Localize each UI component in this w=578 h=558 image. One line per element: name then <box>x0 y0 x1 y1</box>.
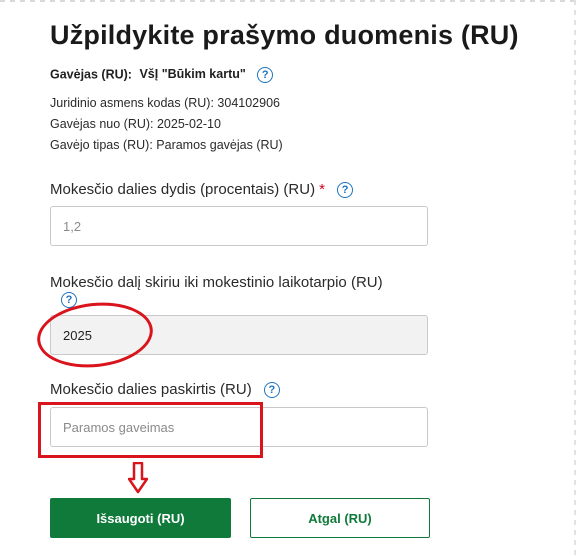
top-dashed-border <box>0 0 578 4</box>
help-icon[interactable]: ? <box>263 382 280 399</box>
right-dashed-border <box>574 0 576 558</box>
recipient-type: Gavėjo tipas (RU): Paramos gavėjas (RU) <box>50 138 283 152</box>
save-button[interactable]: Išsaugoti (RU) <box>50 498 231 538</box>
recipient-name: VšĮ "Būkim kartu" <box>139 67 246 82</box>
back-button[interactable]: Atgal (RU) <box>250 498 430 538</box>
purpose-input[interactable] <box>50 407 428 447</box>
company-code: Juridinio asmens kodas (RU): 304102906 <box>50 96 280 110</box>
help-icon[interactable]: ? <box>337 182 354 199</box>
period-input[interactable] <box>50 315 428 355</box>
percent-label-text: Mokesčio dalies dydis (procentais) (RU) <box>50 181 316 198</box>
help-icon[interactable]: ? <box>257 67 274 83</box>
required-mark: * <box>319 181 325 198</box>
help-icon[interactable]: ? <box>61 292 77 308</box>
recipient-line: Gavėjas (RU): VšĮ "Būkim kartu" ? <box>50 67 274 83</box>
purpose-label: Mokesčio dalies paskirtis (RU) ? <box>50 381 280 399</box>
purpose-label-text: Mokesčio dalies paskirtis (RU) <box>50 381 252 398</box>
percent-label: Mokesčio dalies dydis (procentais) (RU) *… <box>50 181 354 199</box>
recipient-since: Gavėjas nuo (RU): 2025-02-10 <box>50 117 221 131</box>
page-title: Užpildykite prašymo duomenis (RU) <box>50 20 519 50</box>
recipient-label: Gavėjas (RU): <box>50 67 132 82</box>
period-label: Mokesčio dalį skiriu iki mokestinio laik… <box>50 274 383 291</box>
down-arrow-icon <box>128 462 148 494</box>
percent-input[interactable] <box>50 206 428 246</box>
